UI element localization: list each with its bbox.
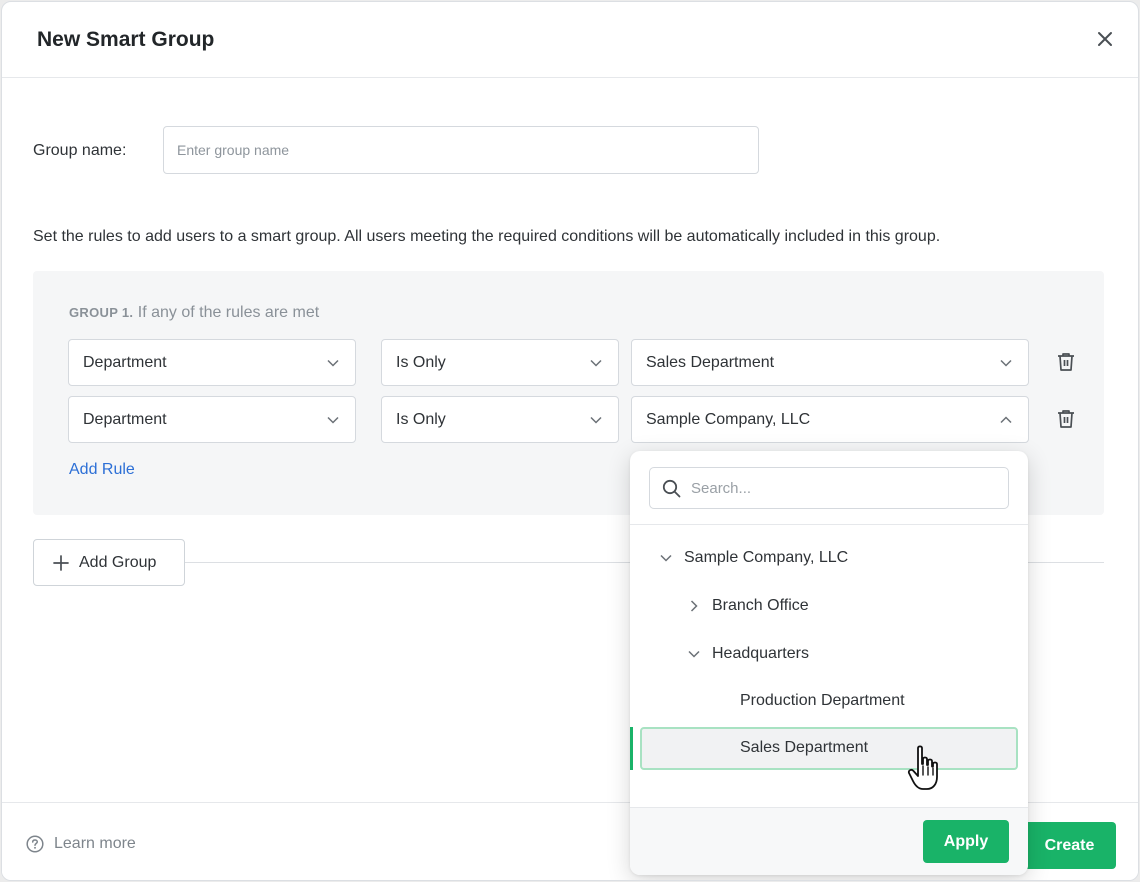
tree-item-label: Branch Office	[712, 597, 809, 614]
chevron-down-icon	[658, 550, 674, 566]
add-rule-link[interactable]: Add Rule	[69, 461, 135, 479]
tree-item-production-department[interactable]: Production Department	[740, 681, 905, 721]
tree-item-sample-company[interactable]: Sample Company, LLC	[658, 538, 848, 578]
tree-item-headquarters[interactable]: Headquarters	[686, 634, 809, 674]
trash-icon	[1058, 410, 1074, 428]
group-name-input[interactable]	[163, 126, 759, 174]
chevron-right-icon	[686, 598, 702, 614]
rule-1-field-select[interactable]: Department	[68, 339, 356, 386]
add-group-label: Add Group	[79, 553, 157, 571]
rule-2-value-value: Sample Company, LLC	[646, 410, 811, 428]
chevron-down-icon	[998, 355, 1014, 371]
rules-description: Set the rules to add users to a smart gr…	[33, 228, 941, 245]
add-group-button[interactable]: Add Group	[33, 539, 185, 586]
tree-item-label: Production Department	[740, 692, 905, 709]
dropdown-search-input[interactable]	[691, 479, 996, 497]
rule-2-operator-select[interactable]: Is Only	[381, 396, 619, 443]
chevron-down-icon	[325, 355, 341, 371]
group-heading: GROUP 1. If any of the rules are met	[69, 304, 319, 322]
tree-item-label: Sample Company, LLC	[684, 549, 849, 566]
rule-2-field-value: Department	[83, 410, 167, 428]
rule-1-operator-value: Is Only	[396, 353, 446, 371]
dialog-header: New Smart Group	[2, 2, 1138, 78]
help-circle-icon	[26, 835, 44, 853]
rule-1-field-value: Department	[83, 353, 167, 371]
dialog-title: New Smart Group	[37, 28, 215, 51]
close-icon	[1098, 32, 1112, 46]
chevron-down-icon	[325, 412, 341, 428]
search-icon	[662, 479, 681, 497]
chevron-down-icon	[686, 646, 702, 662]
trash-icon	[1058, 353, 1074, 371]
tree-item-sales-department[interactable]: Sales Department	[640, 727, 1018, 770]
learn-more-label: Learn more	[54, 835, 136, 852]
delete-rule-2-button[interactable]	[1054, 407, 1078, 431]
tree-item-branch-office[interactable]: Branch Office	[686, 586, 809, 626]
dropdown-footer: Apply	[630, 807, 1028, 875]
group-tag: GROUP 1.	[69, 305, 134, 320]
smart-group-dialog: New Smart Group Group name: Set the rule…	[1, 1, 1139, 881]
group-name-label: Group name:	[33, 142, 127, 159]
rule-1-value-value: Sales Department	[646, 353, 775, 371]
chevron-down-icon	[588, 355, 604, 371]
close-button[interactable]	[1092, 26, 1118, 52]
learn-more-link[interactable]: Learn more	[26, 835, 136, 853]
rule-2-field-select[interactable]: Department	[68, 396, 356, 443]
tree-item-label: Headquarters	[712, 645, 809, 662]
chevron-up-icon	[998, 412, 1014, 428]
tree-item-label: Sales Department	[740, 739, 869, 756]
dropdown-search-box[interactable]	[649, 467, 1009, 509]
plus-icon	[53, 554, 69, 571]
chevron-down-icon	[588, 412, 604, 428]
group-condition: If any of the rules are met	[137, 304, 320, 321]
dropdown-divider	[630, 524, 1028, 525]
rule-1-operator-select[interactable]: Is Only	[381, 339, 619, 386]
delete-rule-1-button[interactable]	[1054, 350, 1078, 374]
rule-1-value-select[interactable]: Sales Department	[631, 339, 1029, 386]
create-button[interactable]: Create	[1023, 822, 1116, 869]
active-indicator	[630, 727, 633, 770]
rule-2-value-select[interactable]: Sample Company, LLC	[631, 396, 1029, 443]
rule-2-operator-value: Is Only	[396, 410, 446, 428]
apply-button[interactable]: Apply	[923, 820, 1009, 863]
value-dropdown-panel: Sample Company, LLC Branch Office Headqu…	[630, 451, 1028, 875]
